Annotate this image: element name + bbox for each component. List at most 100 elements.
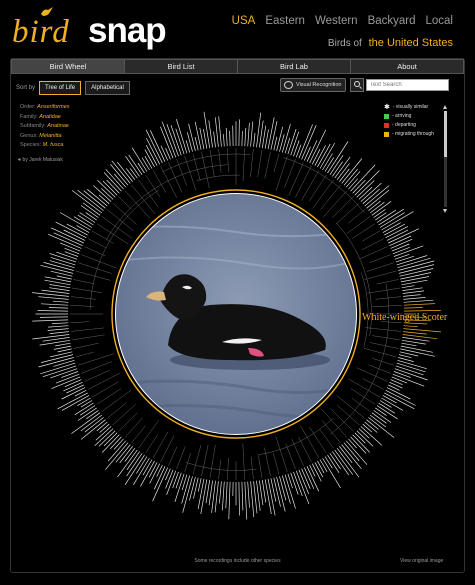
species-name-mark[interactable] — [329, 155, 344, 175]
species-name-mark[interactable] — [384, 392, 415, 410]
species-name-mark[interactable] — [80, 205, 99, 218]
species-name-mark[interactable] — [356, 180, 375, 198]
species-name-mark[interactable] — [399, 268, 434, 277]
species-name-mark[interactable] — [362, 188, 380, 205]
species-name-mark[interactable] — [80, 419, 106, 440]
species-name-mark[interactable] — [124, 454, 145, 485]
species-name-mark[interactable] — [197, 478, 205, 510]
species-name-mark[interactable] — [403, 331, 427, 335]
species-name-mark[interactable] — [117, 161, 133, 182]
species-name-mark[interactable] — [345, 171, 361, 188]
species-name-mark[interactable] — [52, 300, 69, 303]
species-name-mark[interactable] — [189, 476, 196, 501]
species-name-mark[interactable] — [401, 339, 426, 345]
species-name-mark[interactable] — [403, 299, 434, 303]
species-name-mark[interactable] — [64, 247, 80, 255]
species-name-mark[interactable] — [40, 303, 69, 306]
bird-wheel[interactable] — [0, 0, 475, 585]
species-name-mark[interactable] — [400, 345, 433, 353]
species-name-mark[interactable] — [368, 417, 395, 438]
species-name-mark[interactable] — [400, 348, 435, 357]
species-name-mark[interactable] — [32, 319, 69, 322]
species-name-mark[interactable] — [334, 449, 354, 475]
species-name-mark[interactable] — [273, 136, 278, 151]
species-name-mark[interactable] — [298, 124, 313, 159]
species-name-mark[interactable] — [343, 168, 358, 186]
species-name-mark[interactable] — [403, 325, 418, 328]
species-name-mark[interactable] — [213, 131, 216, 148]
species-name-mark[interactable] — [382, 395, 397, 404]
species-name-mark[interactable] — [200, 479, 208, 514]
species-name-mark[interactable] — [381, 397, 404, 411]
species-name-mark[interactable] — [324, 157, 334, 172]
species-name-mark[interactable] — [96, 421, 108, 431]
species-name-mark[interactable] — [309, 464, 316, 477]
species-name-mark[interactable] — [228, 481, 231, 520]
species-name-mark[interactable] — [221, 481, 225, 511]
species-name-mark[interactable] — [350, 436, 367, 454]
species-name-mark[interactable] — [125, 168, 136, 181]
species-name-mark[interactable] — [32, 292, 69, 297]
species-name-mark[interactable] — [37, 310, 69, 312]
species-name-mark[interactable] — [393, 371, 411, 378]
species-name-mark[interactable] — [345, 440, 368, 465]
species-name-mark[interactable] — [341, 158, 363, 184]
species-name-mark[interactable] — [48, 307, 69, 309]
species-name-mark[interactable] — [389, 381, 403, 389]
species-name-mark[interactable] — [129, 168, 138, 179]
species-name-mark[interactable] — [87, 189, 108, 207]
species-name-mark[interactable] — [80, 400, 93, 408]
species-name-mark[interactable] — [57, 348, 72, 353]
species-name-mark[interactable] — [375, 407, 387, 416]
species-name-mark[interactable] — [141, 157, 150, 171]
species-name-mark[interactable] — [400, 272, 432, 280]
species-name-mark[interactable] — [53, 232, 83, 247]
species-name-mark[interactable] — [208, 120, 213, 148]
species-name-mark[interactable] — [94, 428, 114, 447]
species-name-mark[interactable] — [51, 376, 81, 389]
species-name-mark[interactable] — [48, 325, 69, 328]
species-name-mark[interactable] — [381, 211, 414, 231]
species-name-mark[interactable] — [403, 328, 442, 333]
species-name-mark[interactable] — [175, 472, 182, 489]
species-name-mark[interactable] — [366, 419, 379, 430]
species-name-mark[interactable] — [375, 212, 387, 221]
species-name-mark[interactable] — [80, 414, 103, 432]
species-name-mark[interactable] — [256, 480, 261, 511]
species-name-mark[interactable] — [319, 459, 328, 472]
species-name-mark[interactable] — [354, 432, 366, 444]
species-name-mark[interactable] — [86, 410, 99, 420]
species-name-mark[interactable] — [76, 225, 90, 233]
species-name-mark[interactable] — [214, 117, 219, 147]
species-name-mark[interactable] — [74, 389, 87, 397]
species-name-mark[interactable] — [41, 354, 74, 363]
species-name-mark[interactable] — [261, 479, 267, 503]
species-name-mark[interactable] — [334, 156, 351, 179]
species-name-mark[interactable] — [53, 359, 75, 367]
species-name-mark[interactable] — [241, 131, 243, 147]
species-name-mark[interactable] — [259, 480, 264, 506]
species-name-mark[interactable] — [41, 289, 70, 294]
species-name-mark[interactable] — [125, 155, 140, 177]
species-name-mark[interactable] — [137, 162, 145, 174]
species-name-mark[interactable] — [401, 342, 417, 347]
species-name-mark[interactable] — [161, 121, 177, 158]
species-name-mark[interactable] — [49, 260, 75, 269]
species-name-mark[interactable] — [219, 481, 222, 504]
species-name-mark[interactable] — [84, 417, 104, 433]
species-name-mark[interactable] — [253, 481, 258, 514]
species-name-mark[interactable] — [303, 146, 311, 161]
species-name-mark[interactable] — [343, 442, 360, 462]
species-name-mark[interactable] — [140, 460, 155, 487]
species-name-mark[interactable] — [205, 479, 211, 504]
species-name-mark[interactable] — [348, 438, 357, 449]
species-name-mark[interactable] — [97, 179, 116, 198]
species-name-mark[interactable] — [50, 257, 76, 266]
species-name-mark[interactable] — [102, 180, 118, 196]
species-name-mark[interactable] — [172, 471, 179, 489]
species-name-mark[interactable] — [403, 303, 435, 306]
species-name-mark[interactable] — [352, 434, 370, 453]
species-name-mark[interactable] — [95, 426, 112, 441]
selected-species-label[interactable]: White-winged Scoter — [362, 312, 447, 323]
species-name-mark[interactable] — [276, 126, 284, 152]
